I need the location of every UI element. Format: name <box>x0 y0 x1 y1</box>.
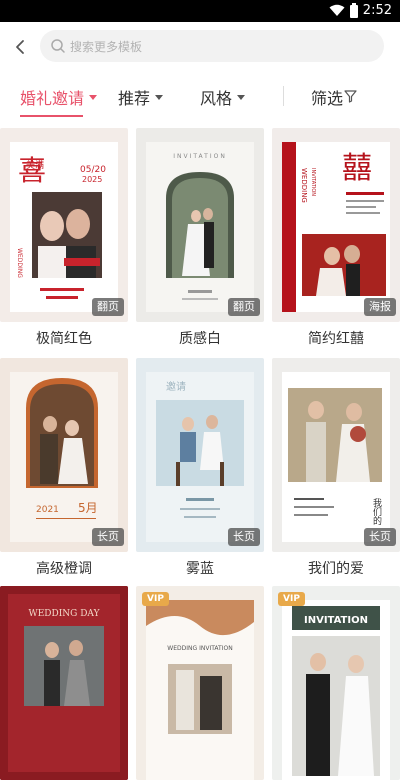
chevron-down-icon <box>237 94 246 100</box>
template-name: 极简红色 <box>36 331 92 347</box>
tab-style[interactable]: 风格 <box>200 86 246 108</box>
template-thumbnail: 邀请 <box>136 358 264 552</box>
search-icon <box>51 39 65 53</box>
template-type-badge: 翻页 <box>228 298 260 316</box>
template-thumbnail: WEDDING INVITATION <box>136 586 264 780</box>
template-type-badge: 长页 <box>92 528 124 546</box>
thumb-title: WEDDING INVITATION <box>167 645 232 652</box>
search-placeholder: 搜索更多模板 <box>70 40 143 54</box>
wifi-icon <box>329 4 345 16</box>
template-type-badge: 长页 <box>228 528 260 546</box>
thumb-side-text: WEDDING <box>300 168 308 203</box>
thumb-title: 邀请 <box>166 380 186 393</box>
svg-text:WEDDING: WEDDING <box>16 248 23 278</box>
template-thumbnail: INVITATION <box>272 586 400 780</box>
template-type-badge: 长页 <box>364 528 396 546</box>
template-name: 质感白 <box>179 331 221 347</box>
filter-icon[interactable] <box>344 90 357 103</box>
thumb-month: 5月 <box>78 501 98 515</box>
tab-label: 筛选 <box>311 89 344 108</box>
vip-badge: VIP <box>142 592 169 606</box>
thumb-art: WEDDING DAY <box>0 586 128 780</box>
thumb-art: 邀请 <box>146 372 254 542</box>
thumb-subtitle: INVITATION <box>310 168 316 196</box>
search-row: 搜索更多模板 <box>0 22 400 72</box>
chevron-down-icon <box>155 94 164 100</box>
thumb-subtitle: 美满 <box>26 159 44 171</box>
template-name: 简约红囍 <box>308 331 364 347</box>
thumb-art: WEDDING INVITATION <box>146 600 254 780</box>
thumb-date: 05/20 <box>80 165 106 175</box>
template-thumbnail: INVITATION <box>136 128 264 322</box>
tab-label: 婚礼邀请 <box>20 89 85 108</box>
battery-icon <box>350 3 358 18</box>
template-thumbnail: 2021 5月 <box>0 358 128 552</box>
filter-tabs: 婚礼邀请 推荐 风格 筛选 <box>0 72 400 120</box>
thumb-art: 2021 5月 <box>10 372 118 542</box>
thumb-art: INVITATION <box>282 600 390 780</box>
thumb-side-text: 我们的 <box>371 498 382 526</box>
template-thumbnail: 喜 美满 05/20 2025 WEDDING <box>0 128 128 322</box>
back-icon[interactable] <box>10 36 32 58</box>
search-input[interactable]: 搜索更多模板 <box>40 30 384 62</box>
template-thumbnail: 我们的 <box>272 358 400 552</box>
tab-label: 风格 <box>200 89 233 108</box>
thumb-title: INVITATION <box>173 153 227 160</box>
tab-filter[interactable]: 筛选 <box>311 86 343 108</box>
template-name: 高级橙调 <box>36 561 92 577</box>
template-name: 雾蓝 <box>186 561 214 577</box>
template-name: 我们的爱 <box>308 561 364 577</box>
thumb-art: 囍 WEDDING INVITATION <box>282 142 390 312</box>
template-thumbnail: WEDDING DAY <box>0 586 128 780</box>
thumb-art: 我们的 <box>282 372 390 542</box>
template-type-badge: 翻页 <box>92 298 124 316</box>
vip-badge: VIP <box>278 592 305 606</box>
thumb-title: WEDDING DAY <box>28 609 100 619</box>
thumb-title: 囍 <box>342 151 372 186</box>
status-time: 2:52 <box>362 3 392 18</box>
thumb-year: 2021 <box>36 505 59 515</box>
template-thumbnail: 囍 WEDDING INVITATION <box>272 128 400 322</box>
chevron-down-icon <box>89 94 98 100</box>
thumb-year: 2025 <box>82 175 102 184</box>
thumb-title: INVITATION <box>304 615 368 626</box>
tab-wedding-invite[interactable]: 婚礼邀请 <box>20 86 98 117</box>
status-bar: 2:52 <box>0 0 400 22</box>
template-type-badge: 海报 <box>364 298 396 316</box>
tab-label: 推荐 <box>118 89 151 108</box>
thumb-art: 喜 美满 05/20 2025 WEDDING <box>10 142 118 312</box>
tab-active-indicator <box>20 115 84 117</box>
tab-divider <box>283 86 284 106</box>
thumb-art: INVITATION <box>146 142 254 312</box>
tab-recommend[interactable]: 推荐 <box>118 86 164 108</box>
